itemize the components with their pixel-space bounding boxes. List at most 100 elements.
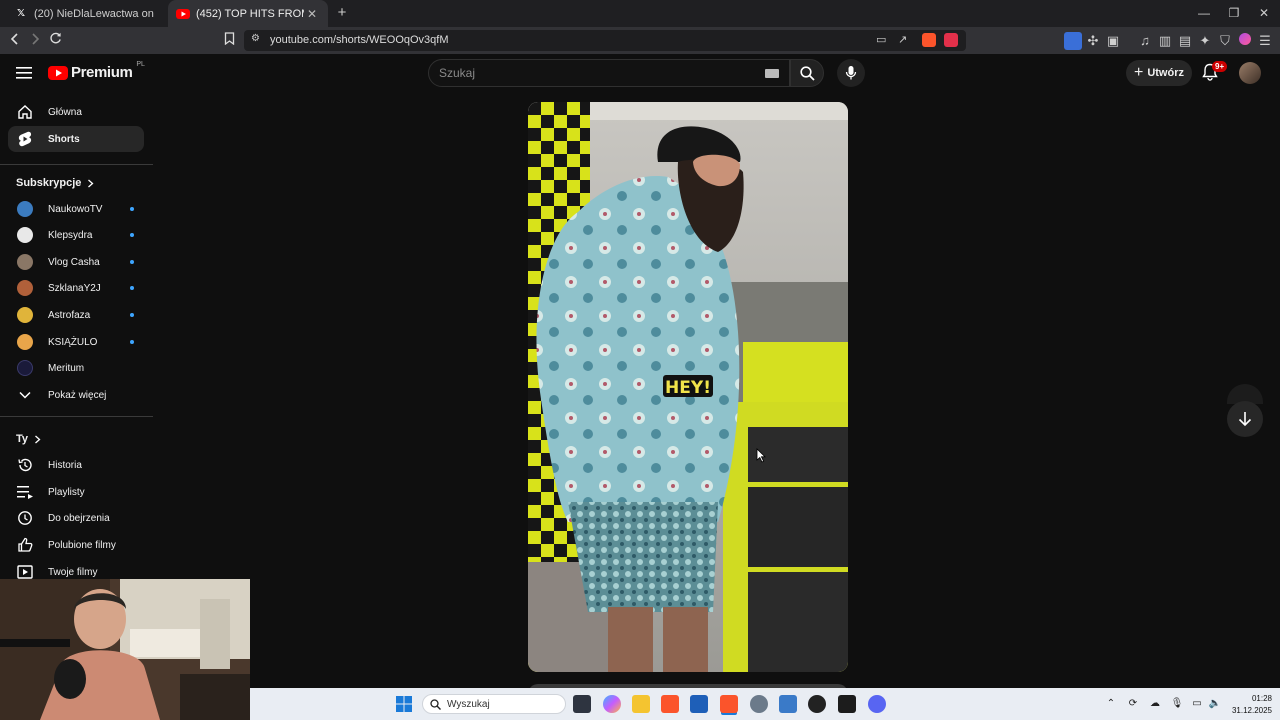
brave-rewards-icon[interactable] bbox=[944, 33, 958, 47]
account-avatar[interactable] bbox=[1239, 62, 1261, 84]
channel-name: Meritum bbox=[48, 362, 85, 374]
channel-avatar bbox=[17, 334, 33, 350]
arrow-down-icon bbox=[1238, 412, 1252, 427]
channel-name: Vlog Casha bbox=[48, 256, 100, 268]
new-tab-button[interactable]: + bbox=[334, 5, 350, 21]
restore-icon[interactable]: ❐ bbox=[1226, 5, 1242, 21]
profile-icon[interactable] bbox=[1236, 32, 1254, 50]
voice-search-button[interactable] bbox=[837, 59, 865, 87]
new-content-dot bbox=[130, 286, 134, 290]
keyboard-icon[interactable] bbox=[765, 69, 779, 78]
sidebar-subscription-meritum[interactable]: Meritum bbox=[8, 355, 144, 381]
show-more-button[interactable]: Pokaż więcej bbox=[8, 382, 144, 408]
menu-icon[interactable]: ☰ bbox=[1256, 32, 1274, 50]
settings-icon[interactable] bbox=[750, 695, 768, 713]
extension-icon[interactable] bbox=[1064, 32, 1082, 50]
minimize-icon[interactable]: — bbox=[1196, 5, 1212, 21]
cast-icon[interactable]: ▭ bbox=[876, 33, 886, 46]
create-button[interactable]: + Utwórz bbox=[1126, 60, 1192, 86]
leo-icon[interactable]: ✦ bbox=[1196, 32, 1214, 50]
microphone-icon[interactable]: 🎙 bbox=[1170, 697, 1184, 711]
sidebar-icon[interactable]: ▥ bbox=[1156, 32, 1174, 50]
sidebar-item-home[interactable]: Główna bbox=[8, 99, 144, 125]
puzzle-icon[interactable]: ✣ bbox=[1084, 32, 1102, 50]
sidebar-subscription-naukowotv[interactable]: NaukowoTV bbox=[8, 196, 144, 222]
copilot-icon[interactable] bbox=[603, 695, 621, 713]
obs-icon[interactable] bbox=[808, 695, 826, 713]
clock-date: 31.12.2025 bbox=[1231, 706, 1272, 715]
search-button[interactable] bbox=[790, 59, 824, 87]
taskbar-search[interactable]: Wyszukaj bbox=[422, 694, 566, 714]
task-view-icon[interactable] bbox=[573, 695, 591, 713]
sidebar-subscription-szklanay2j[interactable]: SzklanaY2J bbox=[8, 275, 144, 301]
capcut-icon[interactable] bbox=[838, 695, 856, 713]
hamburger-menu-icon[interactable] bbox=[16, 66, 32, 85]
clock-time: 01:28 bbox=[1251, 694, 1272, 703]
subscriptions-header[interactable]: Subskrypcje bbox=[16, 177, 94, 189]
webcam-feed bbox=[0, 579, 250, 720]
share-icon[interactable]: ↗ bbox=[898, 33, 907, 46]
you-header[interactable]: Ty bbox=[16, 433, 41, 445]
notification-badge: 9+ bbox=[1212, 61, 1228, 72]
youtube-icon bbox=[176, 7, 190, 21]
music-icon[interactable]: ♫ bbox=[1136, 32, 1154, 50]
brave-active-icon[interactable] bbox=[720, 695, 738, 713]
sidebar-item-watch-later[interactable]: Do obejrzenia bbox=[8, 505, 144, 531]
back-icon[interactable] bbox=[6, 32, 24, 50]
shorts-video-player[interactable]: HEY! bbox=[528, 102, 848, 672]
wallet-icon[interactable]: ▤ bbox=[1176, 32, 1194, 50]
channel-avatar bbox=[17, 227, 33, 243]
sidebar-item-shorts[interactable]: Shorts bbox=[8, 126, 144, 152]
sidebar-subscription-ksiazulo[interactable]: KSIĄŻULO bbox=[8, 329, 144, 355]
close-window-icon[interactable]: ✕ bbox=[1256, 5, 1272, 21]
video-caption: HEY! bbox=[665, 378, 711, 398]
history-icon bbox=[10, 457, 40, 473]
bookmark-icon[interactable] bbox=[220, 32, 238, 50]
tab-search-icon[interactable]: ▣ bbox=[1104, 32, 1122, 50]
display-icon[interactable]: ▭ bbox=[1190, 697, 1204, 711]
chevron-up-icon[interactable]: ⌃ bbox=[1104, 697, 1118, 711]
brave-shields-icon[interactable] bbox=[922, 33, 936, 47]
site-settings-icon[interactable]: ⚙ bbox=[251, 33, 260, 44]
subscriptions-title: Subskrypcje bbox=[16, 177, 82, 189]
sidebar-item-playlists[interactable]: Playlisty bbox=[8, 479, 144, 505]
forward-icon[interactable] bbox=[26, 32, 44, 50]
store-icon[interactable] bbox=[690, 695, 708, 713]
sidebar-item-liked-videos[interactable]: Polubione filmy bbox=[8, 532, 144, 558]
reload-icon[interactable] bbox=[46, 32, 64, 50]
new-content-dot bbox=[130, 233, 134, 237]
chevron-right-icon bbox=[35, 435, 41, 443]
webcam-overlay bbox=[0, 579, 250, 720]
chevron-down-icon bbox=[10, 391, 40, 399]
speaker-icon[interactable]: 🔈 bbox=[1208, 697, 1222, 711]
taskbar-clock[interactable]: 01:28 31.12.2025 bbox=[1232, 693, 1272, 717]
microphone-icon bbox=[845, 66, 857, 80]
search-icon bbox=[430, 699, 441, 710]
next-short-button[interactable] bbox=[1227, 401, 1263, 437]
channel-name: KSIĄŻULO bbox=[48, 336, 98, 348]
close-tab-icon[interactable]: ✕ bbox=[304, 7, 320, 21]
youtube-header: Premium PL + Utwórz 9+ bbox=[0, 54, 1280, 94]
sidebar-item-history[interactable]: Historia bbox=[8, 452, 144, 478]
cloud-icon[interactable]: ☁ bbox=[1148, 697, 1162, 711]
new-content-dot bbox=[130, 207, 134, 211]
youtube-premium-logo[interactable]: Premium PL bbox=[48, 61, 145, 81]
search-input[interactable] bbox=[439, 66, 739, 80]
vpn-icon[interactable]: ⛉ bbox=[1216, 32, 1234, 50]
browser-tab-youtube[interactable]: (452) TOP HITS FROM $120,000 C ✕ bbox=[168, 0, 328, 27]
notepad-icon[interactable] bbox=[779, 695, 797, 713]
brave-browser-icon[interactable] bbox=[661, 695, 679, 713]
browser-tab-x[interactable]: 𝕏 (20) NieDlaLewactwa on X: "Widać ro bbox=[6, 0, 164, 27]
sidebar-item-label: Do obejrzenia bbox=[48, 512, 110, 524]
plus-icon: + bbox=[1133, 64, 1144, 81]
discord-icon[interactable] bbox=[868, 695, 886, 713]
sidebar-item-label: Główna bbox=[48, 106, 82, 118]
sidebar-subscription-astrofaza[interactable]: Astrofaza bbox=[8, 302, 144, 328]
sidebar-subscription-vlog-casha[interactable]: Vlog Casha bbox=[8, 249, 144, 275]
sidebar-item-label: Polubione filmy bbox=[48, 539, 116, 551]
file-explorer-icon[interactable] bbox=[632, 695, 650, 713]
windows-start-icon[interactable] bbox=[396, 696, 412, 717]
sync-icon[interactable]: ⟳ bbox=[1126, 697, 1140, 711]
sidebar-subscription-klepsydra[interactable]: Klepsydra bbox=[8, 222, 144, 248]
address-bar[interactable]: ⚙ youtube.com/shorts/WEOOqOv3qfM ▭ ↗ bbox=[244, 30, 966, 51]
